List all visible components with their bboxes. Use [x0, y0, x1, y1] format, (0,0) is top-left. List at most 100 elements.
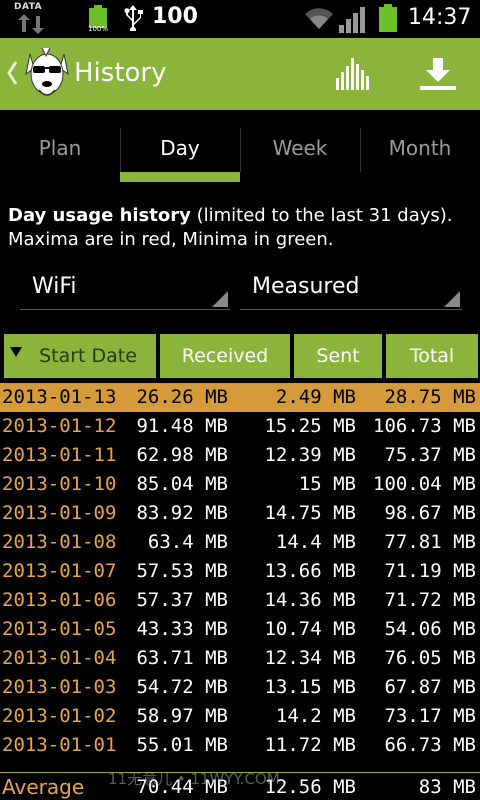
- row-total: 73.17 MB: [384, 705, 476, 727]
- row-sent: 2.49 MB: [275, 386, 356, 408]
- average-label: Average: [2, 775, 85, 799]
- row-date: 2013-01-02: [2, 705, 117, 727]
- row-received: 57.37 MB: [136, 589, 228, 611]
- row-total: 76.05 MB: [384, 647, 476, 669]
- row-date: 2013-01-10: [2, 473, 117, 495]
- page-title: History: [74, 58, 167, 88]
- battery-level-text: 100: [152, 4, 198, 29]
- table-row[interactable]: 2013-01-08 63.4 MB 14.4 MB 77.81 MB: [0, 528, 480, 557]
- tab-bar: Plan Day Week Month: [0, 110, 480, 184]
- row-sent: 14.4 MB: [275, 531, 356, 553]
- row-total: 67.87 MB: [384, 676, 476, 698]
- clock: 14:37: [408, 5, 472, 30]
- row-sent: 15.25 MB: [264, 415, 356, 437]
- history-table: 2013-01-13 26.26 MB 2.49 MB 28.75 MB 2013-01…: [0, 383, 480, 760]
- row-date: 2013-01-04: [2, 647, 117, 669]
- table-row[interactable]: 2013-01-10 85.04 MB 15 MB 100.04 MB: [0, 470, 480, 499]
- table-row[interactable]: 2013-01-07 57.53 MB 13.66 MB 71.19 MB: [0, 557, 480, 586]
- row-total: 66.73 MB: [384, 734, 476, 756]
- chevron-left-icon[interactable]: [6, 60, 18, 86]
- table-row[interactable]: 2013-01-09 83.92 MB 14.75 MB 98.67 MB: [0, 499, 480, 528]
- row-received: 83.92 MB: [136, 502, 228, 524]
- row-date: 2013-01-13: [2, 386, 117, 408]
- row-total: 77.81 MB: [384, 531, 476, 553]
- dog-logo[interactable]: [22, 44, 72, 106]
- average-total: 83 MB: [418, 776, 476, 798]
- row-date: 2013-01-08: [2, 531, 117, 553]
- row-sent: 10.74 MB: [264, 618, 356, 640]
- tab-plan[interactable]: Plan: [0, 128, 120, 184]
- table-row[interactable]: 2013-01-04 63.71 MB 12.34 MB 76.05 MB: [0, 644, 480, 673]
- tab-month[interactable]: Month: [360, 128, 480, 184]
- row-date: 2013-01-05: [2, 618, 117, 640]
- column-header-start-date-label: Start Date: [39, 345, 137, 367]
- bar-chart-icon[interactable]: [334, 56, 374, 92]
- status-bar: DATA 100% 100 14:37: [0, 0, 480, 38]
- row-sent: 15 MB: [298, 473, 356, 495]
- table-row[interactable]: 2013-01-13 26.26 MB 2.49 MB 28.75 MB: [0, 383, 480, 412]
- mode-spinner-value: Measured: [252, 274, 360, 299]
- table-row[interactable]: 2013-01-01 55.01 MB 11.72 MB 66.73 MB: [0, 731, 480, 760]
- column-header-start-date[interactable]: Start Date: [4, 334, 156, 378]
- row-received: 54.72 MB: [136, 676, 228, 698]
- row-date: 2013-01-06: [2, 589, 117, 611]
- row-total: 54.06 MB: [384, 618, 476, 640]
- row-date: 2013-01-07: [2, 560, 117, 582]
- row-sent: 11.72 MB: [264, 734, 356, 756]
- action-bar: History: [0, 38, 480, 110]
- row-total: 75.37 MB: [384, 444, 476, 466]
- description-legend: Maxima are in red, Minima in green.: [8, 229, 334, 250]
- active-tab-indicator: [120, 172, 240, 182]
- watermark: 11无意儿 • 11WYY.COM: [108, 770, 280, 788]
- download-icon[interactable]: [418, 56, 458, 92]
- row-sent: 13.66 MB: [264, 560, 356, 582]
- usb-icon: [124, 5, 143, 31]
- data-transfer-icon: [18, 14, 44, 34]
- row-total: 106.73 MB: [373, 415, 476, 437]
- row-received: 55.01 MB: [136, 734, 228, 756]
- dropdown-triangle-icon: [212, 291, 228, 307]
- sort-descending-icon: [10, 347, 22, 357]
- column-header-sent[interactable]: Sent: [294, 334, 382, 378]
- row-date: 2013-01-01: [2, 734, 117, 756]
- row-received: 58.97 MB: [136, 705, 228, 727]
- table-row[interactable]: 2013-01-12 91.48 MB 15.25 MB 106.73 MB: [0, 412, 480, 441]
- row-received: 57.53 MB: [136, 560, 228, 582]
- table-row[interactable]: 2013-01-05 43.33 MB 10.74 MB 54.06 MB: [0, 615, 480, 644]
- table-row[interactable]: 2013-01-02 58.97 MB 14.2 MB 73.17 MB: [0, 702, 480, 731]
- battery-percent: 100%: [88, 25, 109, 33]
- row-total: 71.19 MB: [384, 560, 476, 582]
- row-date: 2013-01-11: [2, 444, 117, 466]
- row-total: 98.67 MB: [384, 502, 476, 524]
- description-limit: (limited to the last 31 days).: [190, 205, 453, 226]
- wifi-icon: [305, 8, 333, 29]
- row-date: 2013-01-09: [2, 502, 117, 524]
- column-header-received[interactable]: Received: [160, 334, 290, 378]
- row-total: 100.04 MB: [373, 473, 476, 495]
- network-spinner-value: WiFi: [32, 274, 77, 299]
- row-sent: 14.75 MB: [264, 502, 356, 524]
- row-received: 43.33 MB: [136, 618, 228, 640]
- row-received: 63.71 MB: [136, 647, 228, 669]
- network-spinner[interactable]: WiFi: [20, 268, 230, 310]
- signal-icon: [339, 7, 365, 33]
- row-sent: 12.39 MB: [264, 444, 356, 466]
- row-total: 28.75 MB: [384, 386, 476, 408]
- row-sent: 12.34 MB: [264, 647, 356, 669]
- data-indicator: DATA: [14, 2, 43, 12]
- table-row[interactable]: 2013-01-06 57.37 MB 14.36 MB 71.72 MB: [0, 586, 480, 615]
- history-description: Day usage history (limited to the last 3…: [8, 204, 474, 252]
- row-sent: 14.2 MB: [275, 705, 356, 727]
- row-total: 71.72 MB: [384, 589, 476, 611]
- mode-spinner[interactable]: Measured: [240, 268, 462, 310]
- battery-full-icon: [379, 4, 397, 32]
- row-sent: 13.15 MB: [264, 676, 356, 698]
- row-received: 85.04 MB: [136, 473, 228, 495]
- table-row[interactable]: 2013-01-03 54.72 MB 13.15 MB 67.87 MB: [0, 673, 480, 702]
- dropdown-triangle-icon: [444, 291, 460, 307]
- table-row[interactable]: 2013-01-11 62.98 MB 12.39 MB 75.37 MB: [0, 441, 480, 470]
- tab-week[interactable]: Week: [240, 128, 360, 184]
- description-title: Day usage history: [8, 205, 191, 226]
- column-header-total[interactable]: Total: [386, 334, 478, 378]
- row-date: 2013-01-03: [2, 676, 117, 698]
